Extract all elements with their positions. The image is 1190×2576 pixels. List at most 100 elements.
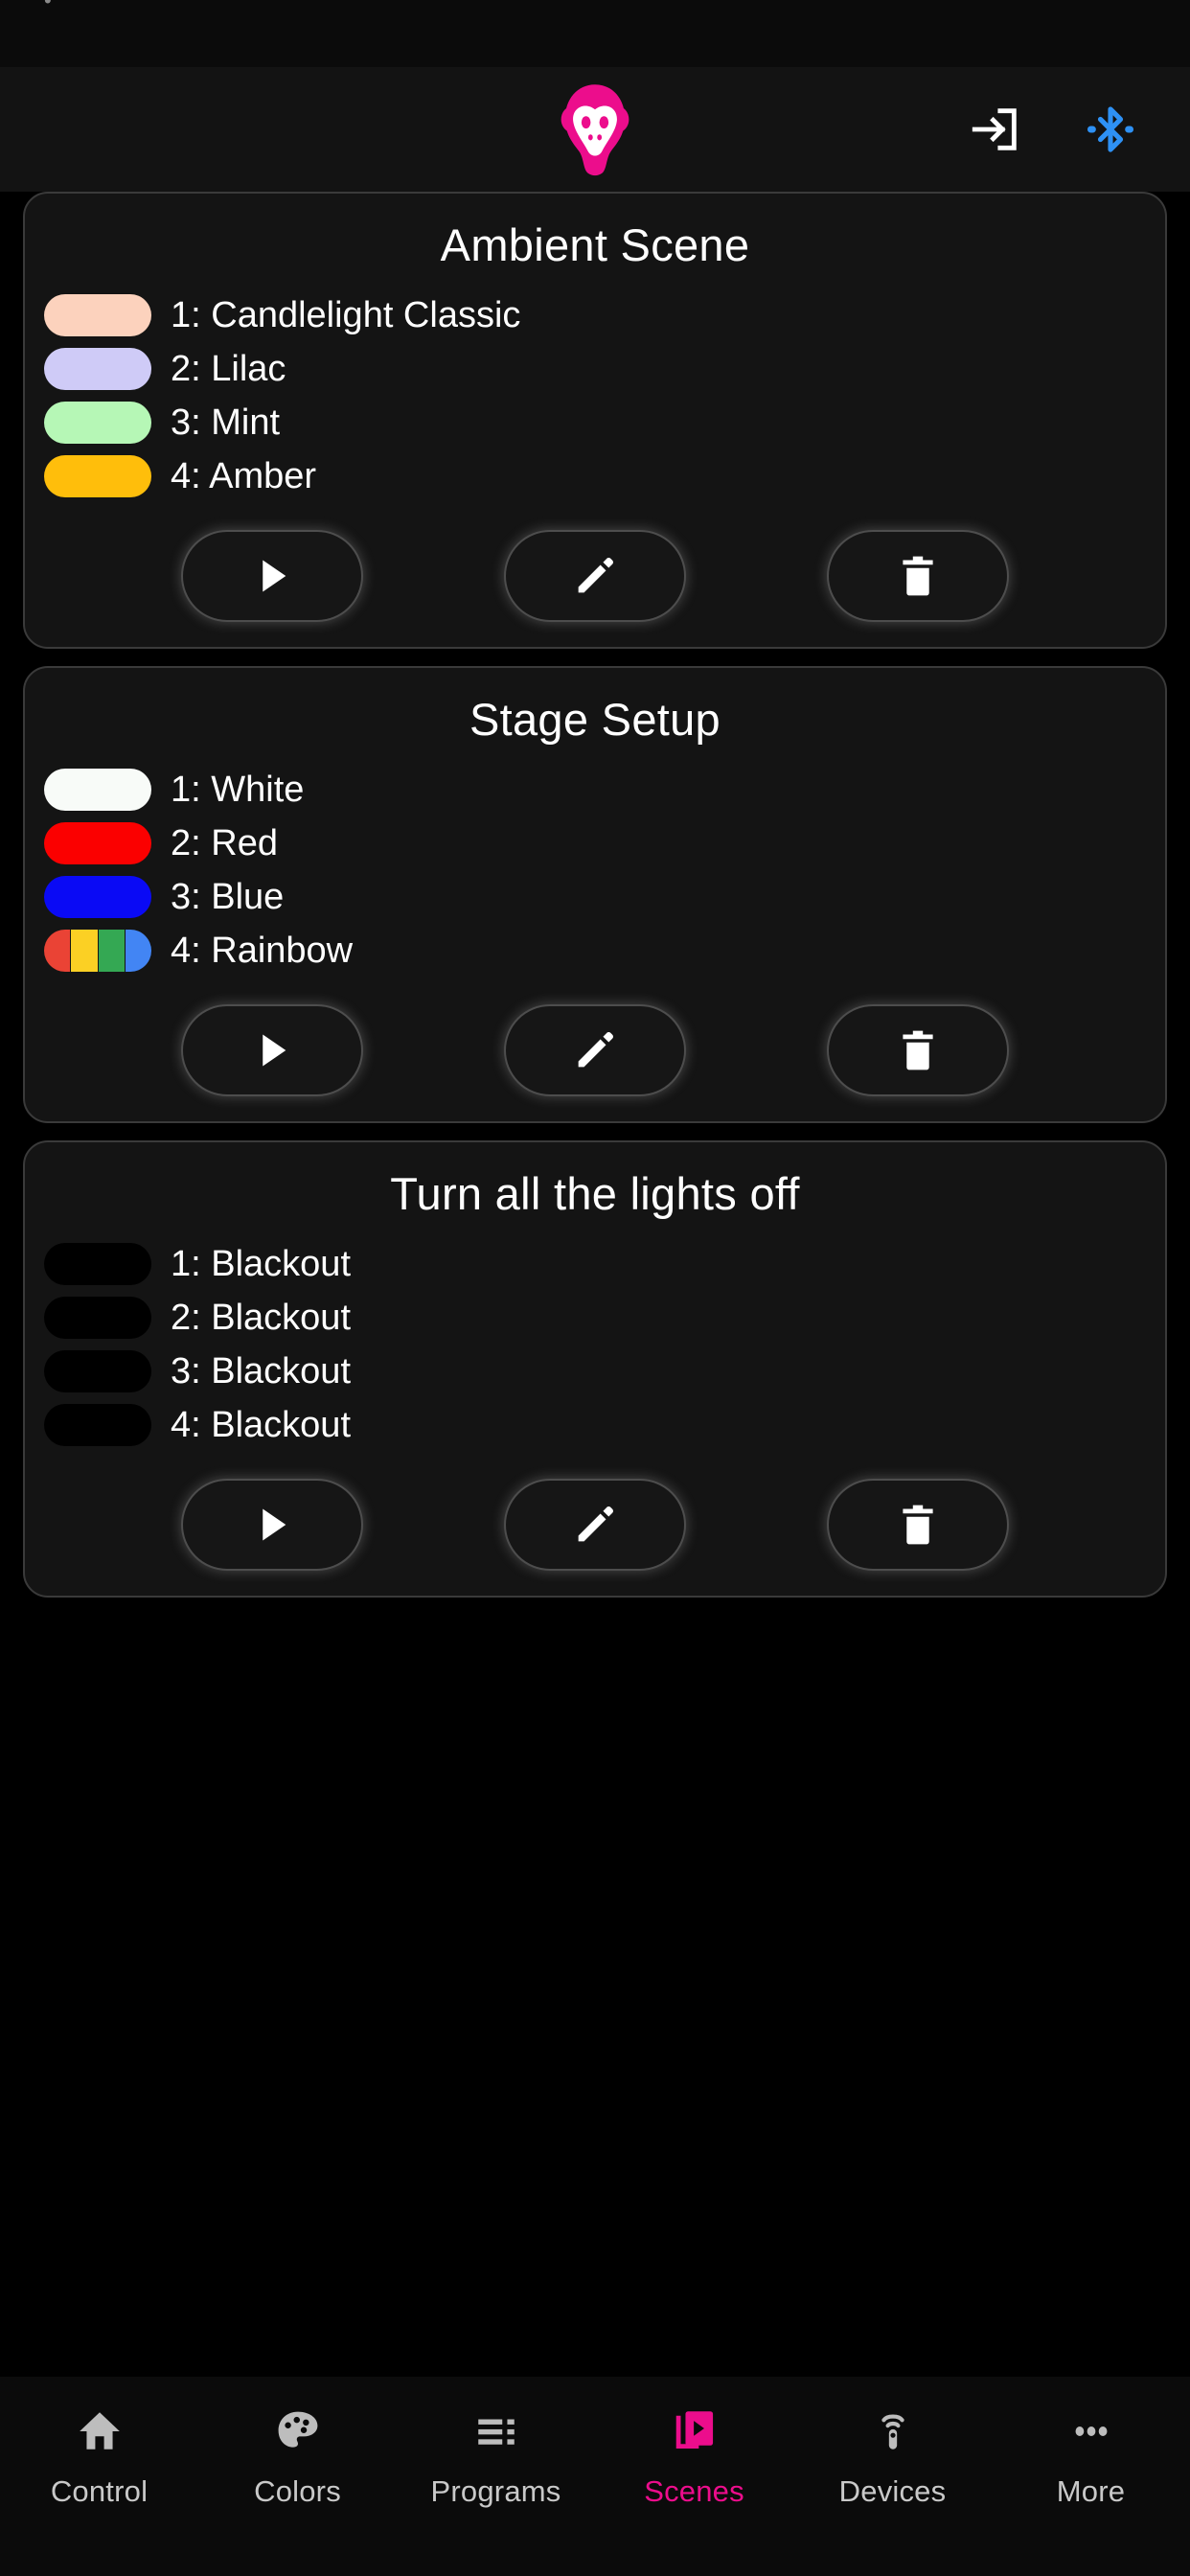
ellipsis-icon [1067,2402,1115,2461]
scene-slot-label: 3: Mint [171,402,281,443]
color-swatch-segment [44,1404,151,1446]
play-scene-button[interactable] [181,530,364,622]
color-swatch [44,822,151,864]
header-actions [966,100,1140,159]
scene-title: Stage Setup [469,694,721,745]
color-swatch-segment [44,348,151,390]
scene-slot-row[interactable]: 3: Blue [44,870,1165,924]
scene-actions [25,1479,1165,1571]
color-swatch [44,876,151,918]
edit-scene-button[interactable] [503,1479,686,1571]
remote-antenna-icon [869,2402,917,2461]
scene-slot-row[interactable]: 2: Blackout [44,1291,1165,1345]
play-scene-button[interactable] [181,1004,364,1096]
scene-slot-row[interactable]: 2: Lilac [44,342,1165,396]
color-swatch-segment [44,455,151,497]
color-swatch [44,455,151,497]
nav-label-more: More [1056,2474,1126,2508]
color-swatch-segment [44,1243,151,1285]
scene-slot-list: 1: Blackout 2: Blackout 3: Blackout 4: Blac… [25,1237,1165,1452]
app-header [0,67,1190,192]
scene-slot-row[interactable]: 1: Blackout [44,1237,1165,1291]
scene-actions [25,530,1165,622]
status-indicator-icon: • [44,0,52,12]
scenes-scroll-area[interactable]: Ambient Scene 1: Candlelight Classic 2: Li… [0,192,1190,2377]
nav-item-more[interactable]: More [992,2402,1190,2509]
color-swatch-segment [44,876,151,918]
play-icon [263,1034,286,1067]
trash-icon [903,556,933,596]
delete-scene-button[interactable] [826,1004,1009,1096]
scene-card: Ambient Scene 1: Candlelight Classic 2: Li… [23,192,1167,649]
login-icon[interactable] [966,100,1025,159]
scene-slot-row[interactable]: 2: Red [44,816,1165,870]
nav-item-devices[interactable]: Devices [793,2402,992,2509]
color-swatch [44,348,151,390]
play-icon [263,1508,286,1541]
color-swatch-segment [44,402,151,444]
color-swatch-segment [44,1297,151,1339]
scene-slot-label: 3: Blackout [171,1350,351,1392]
nav-label-colors: Colors [254,2474,341,2508]
palette-icon [274,2402,322,2461]
home-icon [76,2402,124,2461]
nav-label-devices: Devices [838,2474,947,2508]
scene-slot-label: 2: Red [171,822,278,863]
scene-slot-row[interactable]: 4: Rainbow [44,924,1165,978]
trash-icon [903,1505,933,1545]
color-swatch-segment [44,1350,151,1392]
nav-label-programs: Programs [430,2474,561,2508]
slideshow-icon [670,2402,720,2461]
color-swatch [44,930,151,972]
pencil-icon [578,558,613,593]
nav-label-control: Control [50,2474,149,2508]
trash-icon [903,1030,933,1070]
scene-slot-label: 4: Rainbow [171,930,354,971]
color-swatch [44,294,151,336]
scene-slot-row[interactable]: 4: Amber [44,449,1165,503]
scene-slot-label: 1: White [171,769,305,810]
scene-slot-label: 2: Lilac [171,348,286,389]
color-swatch [44,1350,151,1392]
scene-slot-row[interactable]: 3: Blackout [44,1345,1165,1398]
scene-title: Ambient Scene [440,219,750,270]
color-swatch-segment [98,930,126,972]
nav-item-control[interactable]: Control [0,2402,198,2509]
scene-slot-label: 4: Blackout [171,1404,351,1445]
scene-slot-label: 3: Blue [171,876,285,917]
nav-item-scenes[interactable]: Scenes [595,2402,793,2509]
color-swatch-segment [44,294,151,336]
scene-slot-row[interactable]: 3: Mint [44,396,1165,449]
nav-item-programs[interactable]: Programs [397,2402,595,2509]
scene-slot-list: 1: White 2: Red 3: Blue 4: Rainbow [25,763,1165,978]
scene-slot-list: 1: Candlelight Classic 2: Lilac 3: Mint 4: … [25,288,1165,503]
scene-slot-label: 4: Amber [171,455,317,496]
monkey-head-logo [542,77,648,182]
scene-slot-row[interactable]: 1: Candlelight Classic [44,288,1165,342]
list-icon [472,2402,520,2461]
color-swatch-segment [44,769,151,811]
bluetooth-icon[interactable] [1081,100,1140,159]
color-swatch-segment [125,930,151,972]
delete-scene-button[interactable] [826,1479,1009,1571]
color-swatch [44,1297,151,1339]
bottom-navigation: Control Colors Programs Scenes Devices M… [0,2377,1190,2576]
scene-slot-row[interactable]: 4: Blackout [44,1398,1165,1452]
color-swatch-segment [44,930,72,972]
delete-scene-button[interactable] [826,530,1009,622]
edit-scene-button[interactable] [503,530,686,622]
color-swatch [44,1243,151,1285]
scene-actions [25,1004,1165,1096]
edit-scene-button[interactable] [503,1004,686,1096]
nav-item-colors[interactable]: Colors [198,2402,397,2509]
scene-slot-label: 1: Candlelight Classic [171,294,521,335]
scene-slot-row[interactable]: 1: White [44,763,1165,816]
pencil-icon [578,1032,613,1068]
color-swatch [44,402,151,444]
color-swatch [44,769,151,811]
status-bar: • [0,0,1190,67]
scene-title: Turn all the lights off [390,1168,800,1219]
scene-slot-label: 2: Blackout [171,1297,351,1338]
scene-card: Turn all the lights off 1: Blackout 2: Bla… [23,1140,1167,1598]
play-scene-button[interactable] [181,1479,364,1571]
